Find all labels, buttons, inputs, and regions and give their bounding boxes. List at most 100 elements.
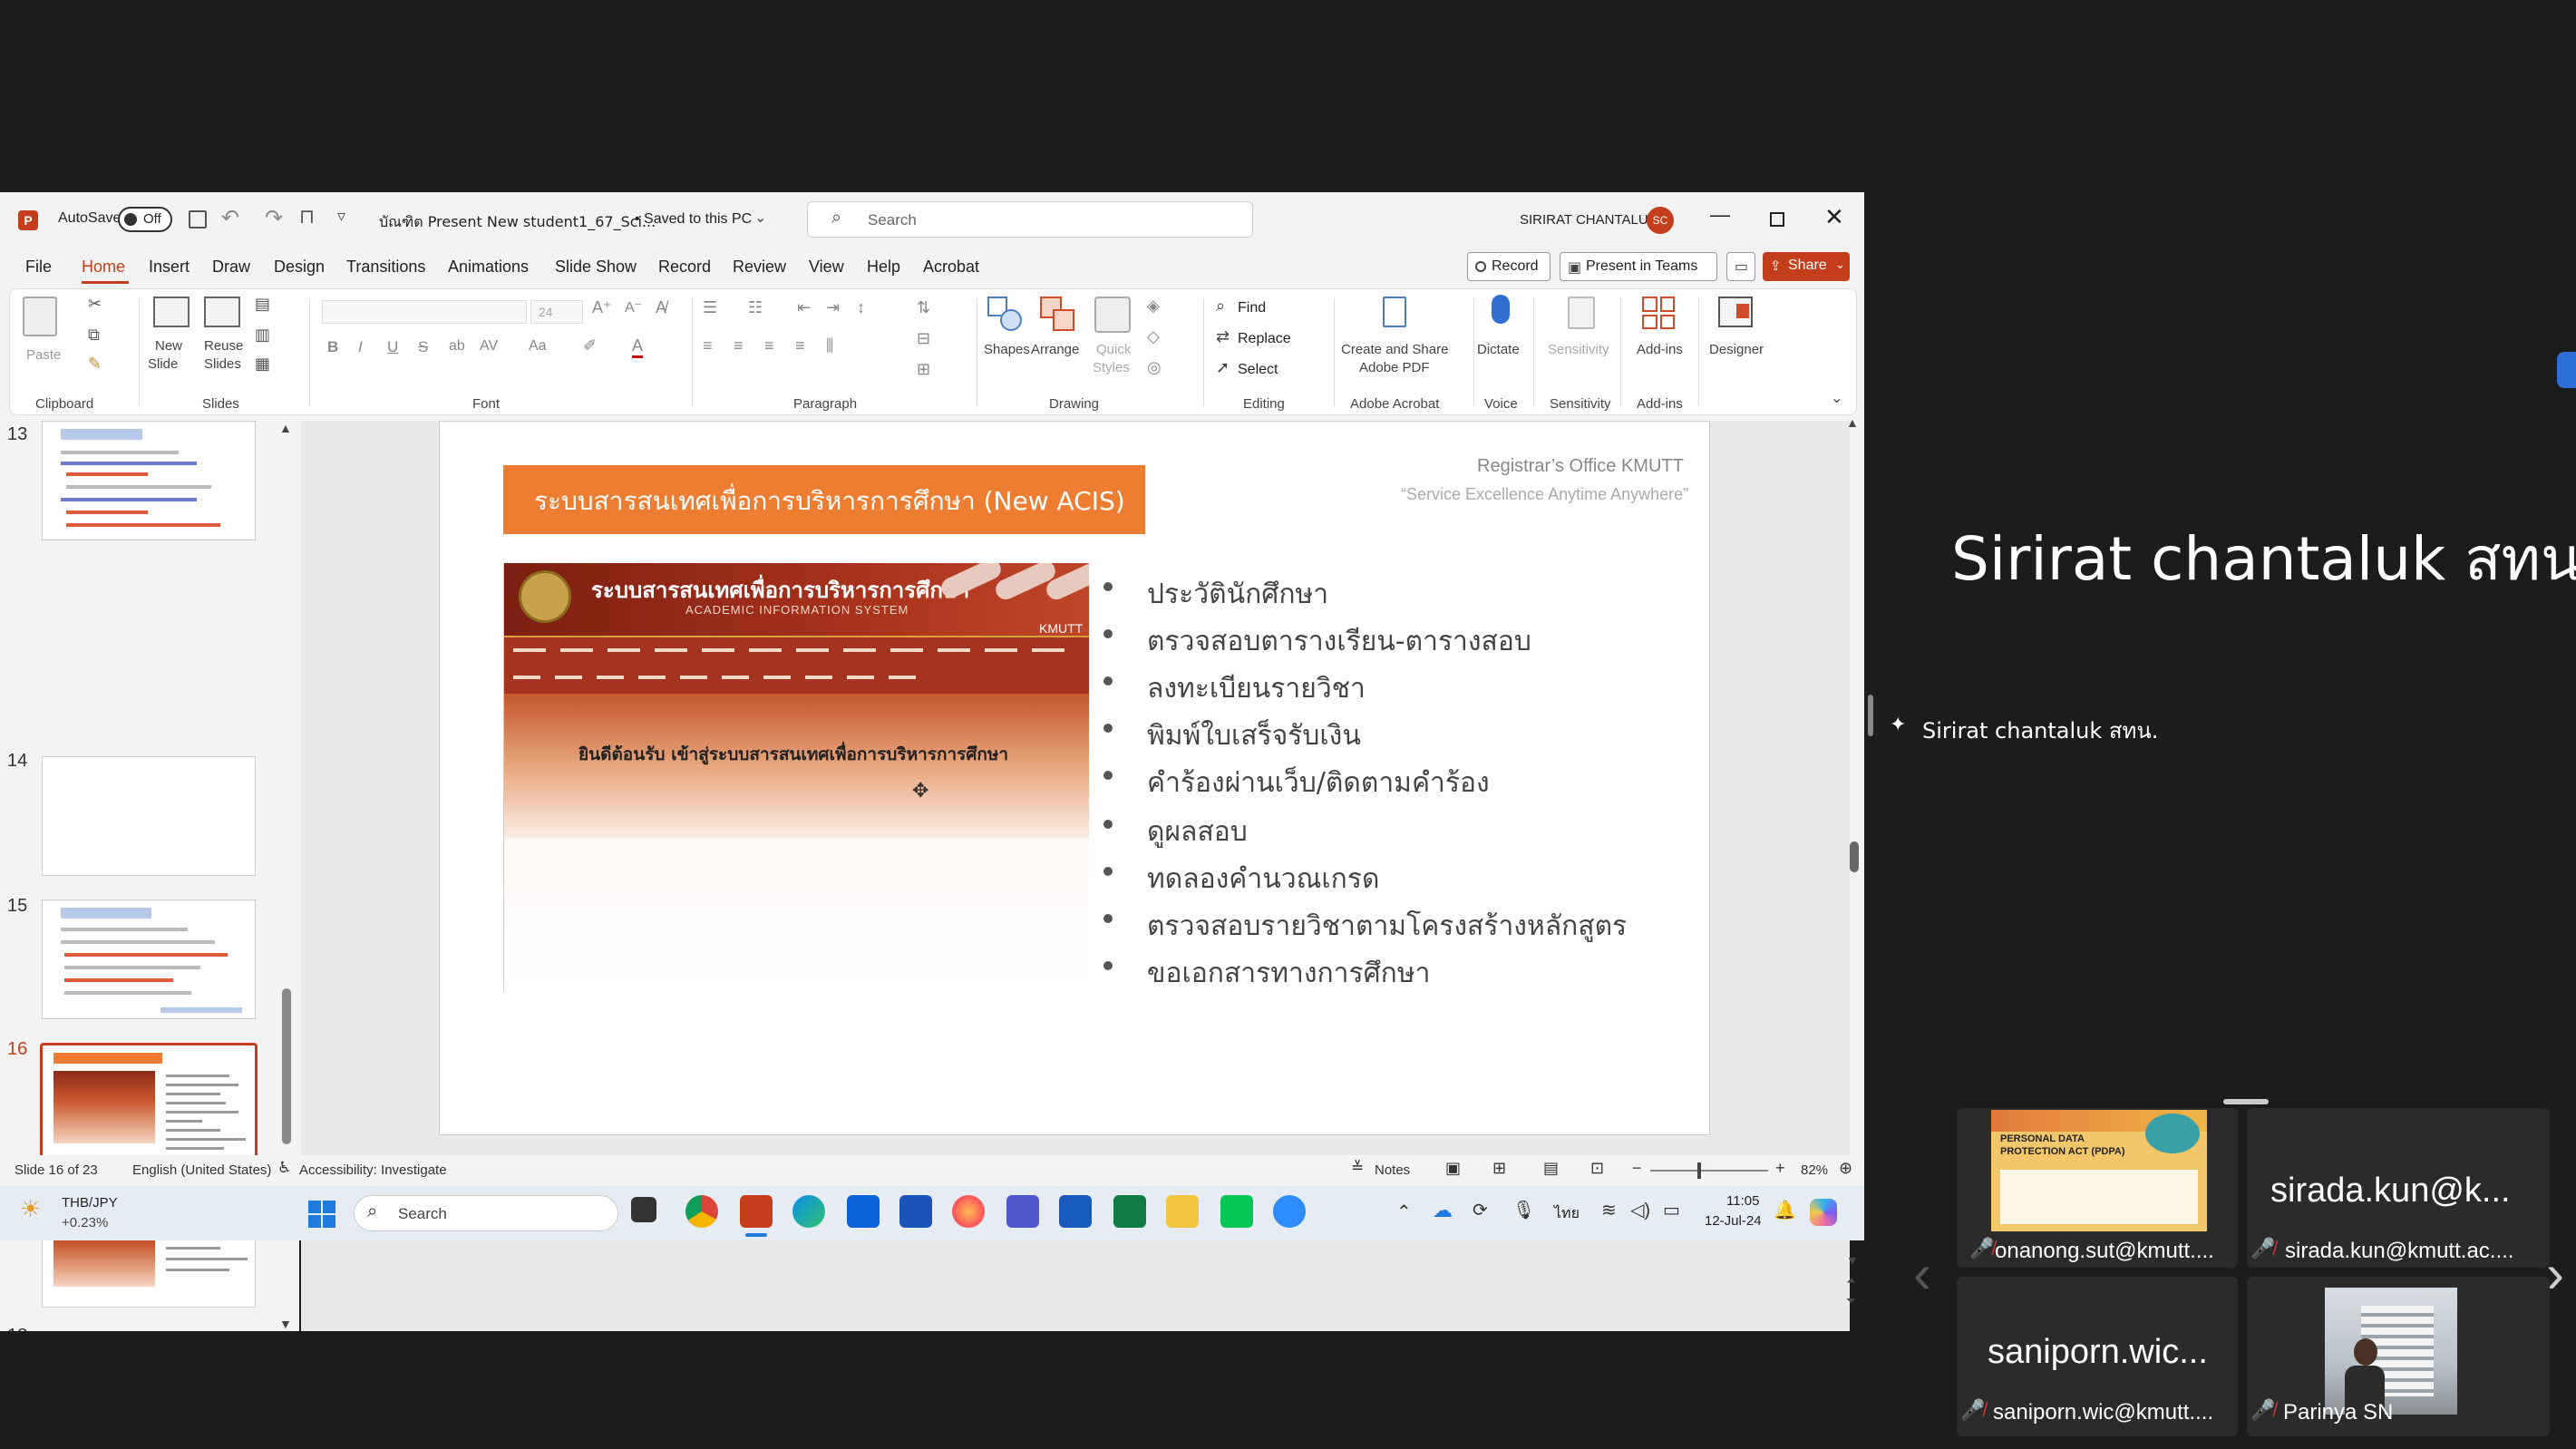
tab-acrobat[interactable]: Acrobat xyxy=(923,258,979,277)
save-icon[interactable] xyxy=(189,210,207,229)
paste-icon[interactable] xyxy=(23,297,57,336)
adobe-pdf-icon[interactable] xyxy=(1383,297,1406,327)
align-left-icon[interactable]: ≡ xyxy=(703,336,713,355)
sensitivity-icon[interactable] xyxy=(1568,297,1595,329)
align-right-icon[interactable]: ≡ xyxy=(764,336,774,355)
numbering-icon[interactable]: ☷ xyxy=(748,298,763,317)
slide-thumbnail-selected[interactable] xyxy=(40,1043,258,1166)
minimize-icon[interactable]: — xyxy=(1710,203,1730,227)
tab-view[interactable]: View xyxy=(809,258,844,277)
saved-state[interactable]: • Saved to this PC xyxy=(635,211,752,228)
comments-button[interactable]: ▭ xyxy=(1726,252,1755,281)
previous-slide-icon[interactable]: ⏶ xyxy=(1846,1273,1856,1289)
cut-icon[interactable]: ✂ xyxy=(88,295,102,314)
copy-icon[interactable]: ⧉ xyxy=(88,326,100,345)
zoom-out-icon[interactable]: − xyxy=(1632,1159,1642,1178)
record-button[interactable]: Record xyxy=(1467,252,1550,281)
autosave-toggle[interactable]: Off xyxy=(118,207,172,232)
accessibility-icon[interactable]: ♿ xyxy=(277,1159,291,1177)
increase-font-icon[interactable]: A⁺ xyxy=(592,298,612,317)
zoom-icon[interactable] xyxy=(1273,1195,1306,1228)
tab-help[interactable]: Help xyxy=(867,258,900,277)
weather-icon[interactable]: ☀ xyxy=(20,1195,41,1223)
participant-tile[interactable]: saniporn.wic... 🎤̸ saniporn.wic@kmutt...… xyxy=(1957,1277,2238,1436)
user-name[interactable]: SIRIRAT CHANTALUK xyxy=(1520,212,1657,228)
participant-tile[interactable]: 🎤̸ Parinya SN xyxy=(2247,1277,2550,1436)
sensitivity-label[interactable]: Sensitivity xyxy=(1548,342,1609,357)
customize-qat-icon[interactable]: ▿ xyxy=(337,207,345,226)
shape-outline-icon[interactable]: ◇ xyxy=(1147,327,1160,346)
onedrive-icon[interactable]: ☁ xyxy=(1433,1199,1453,1222)
microphone-icon[interactable]: 🎙 xyxy=(1512,1199,1535,1221)
chrome-icon[interactable] xyxy=(685,1195,718,1228)
character-spacing-icon[interactable]: ab xyxy=(449,338,465,355)
dictate-label[interactable]: Dictate xyxy=(1477,342,1520,357)
shape-fill-icon[interactable]: ◈ xyxy=(1147,297,1160,316)
copilot-icon[interactable] xyxy=(1810,1199,1837,1226)
tab-record[interactable]: Record xyxy=(658,258,711,277)
change-case-icon[interactable]: AV xyxy=(480,338,498,355)
slide-thumbnail[interactable] xyxy=(42,756,256,876)
teams-icon[interactable] xyxy=(1006,1195,1039,1228)
ticker-change[interactable]: +0.23% xyxy=(62,1215,108,1230)
avatar[interactable]: SC xyxy=(1647,207,1674,234)
quick-styles-icon[interactable] xyxy=(1094,297,1131,333)
select-label[interactable]: Select xyxy=(1238,362,1278,378)
normal-view-icon[interactable]: ▣ xyxy=(1445,1159,1461,1178)
share-button[interactable]: ⇪ Share ⌄ xyxy=(1763,252,1850,281)
add-ins-label[interactable]: Add-ins xyxy=(1637,342,1683,357)
divider-handle[interactable] xyxy=(1868,695,1873,736)
taskbar-search[interactable]: ⌕ Search xyxy=(354,1195,618,1231)
collapse-ribbon-icon[interactable]: ⌄ xyxy=(1831,389,1842,407)
zoom-slider[interactable] xyxy=(1650,1162,1768,1179)
slide-counter[interactable]: Slide 16 of 23 xyxy=(15,1162,98,1178)
redo-icon[interactable]: ↷ xyxy=(265,205,283,231)
gallery-prev-icon[interactable]: ‹ xyxy=(1913,1242,1931,1305)
tab-draw[interactable]: Draw xyxy=(212,258,250,277)
shape-effects-icon[interactable]: ◎ xyxy=(1147,358,1162,377)
tab-design[interactable]: Design xyxy=(274,258,325,277)
tab-slide-show[interactable]: Slide Show xyxy=(555,258,637,277)
participant-tile[interactable]: sirada.kun@k... 🎤̸ sirada.kun@kmutt.ac..… xyxy=(2247,1108,2550,1268)
increase-indent-icon[interactable]: ⇥ xyxy=(826,298,840,317)
designer-label[interactable]: Designer xyxy=(1709,342,1764,357)
active-speaker-tile[interactable]: Sirirat chantaluk สทน. ✦ Sirirat chantal… xyxy=(1882,341,2576,751)
create-pdf-label-2[interactable]: Adobe PDF xyxy=(1359,360,1430,375)
bold-icon[interactable]: B xyxy=(327,338,338,356)
slideshow-icon[interactable]: ⊡ xyxy=(1590,1159,1604,1178)
options-button[interactable] xyxy=(2557,352,2576,388)
reuse-slides-icon[interactable] xyxy=(204,297,240,327)
editor-scrollbar[interactable] xyxy=(1850,841,1859,872)
slide-canvas[interactable]: Registrar’s Office KMUTT “Service Excell… xyxy=(439,421,1710,1135)
create-pdf-label-1[interactable]: Create and Share xyxy=(1341,342,1448,357)
section-icon[interactable]: ▦ xyxy=(255,355,270,374)
zoom-in-icon[interactable]: + xyxy=(1775,1159,1785,1178)
search-box[interactable]: ⌕ Search xyxy=(807,201,1253,238)
file-explorer-icon[interactable] xyxy=(1166,1195,1199,1228)
smartart-icon[interactable]: ⊞ xyxy=(917,360,930,379)
highlight-icon[interactable]: ✐ xyxy=(583,336,597,355)
slide-thumbnail[interactable] xyxy=(42,900,256,1019)
accessibility-status[interactable]: Accessibility: Investigate xyxy=(299,1162,447,1178)
find-label[interactable]: Find xyxy=(1238,300,1266,316)
gallery-handle[interactable] xyxy=(2223,1099,2269,1104)
undo-icon[interactable]: ↶ xyxy=(221,205,239,231)
tab-home[interactable]: Home xyxy=(82,258,125,277)
notes-icon[interactable]: ≚ xyxy=(1351,1159,1364,1177)
zoom-level[interactable]: 82% xyxy=(1801,1162,1828,1178)
clock-date[interactable]: 12-Jul-24 xyxy=(1705,1213,1762,1229)
line-spacing-icon[interactable]: ↕ xyxy=(857,298,865,317)
document-title[interactable]: บัณฑิต Present New student1_67_Sci... xyxy=(379,211,656,234)
thumbnail-scrollbar[interactable] xyxy=(282,988,291,1144)
slide-sorter-icon[interactable]: ⊞ xyxy=(1492,1159,1506,1178)
tab-insert[interactable]: Insert xyxy=(149,258,190,277)
ticker-name[interactable]: THB/JPY xyxy=(62,1195,118,1211)
slide-thumbnail[interactable] xyxy=(42,421,256,540)
tab-transitions[interactable]: Transitions xyxy=(346,258,425,277)
clear-format-icon[interactable]: A̸ xyxy=(656,298,666,317)
battery-icon[interactable]: ▭ xyxy=(1663,1199,1680,1221)
scroll-down-icon[interactable]: ▼ xyxy=(279,1317,292,1331)
replace-label[interactable]: Replace xyxy=(1238,331,1291,347)
excel-icon[interactable] xyxy=(1113,1195,1146,1228)
add-ins-icon[interactable] xyxy=(1642,297,1675,329)
